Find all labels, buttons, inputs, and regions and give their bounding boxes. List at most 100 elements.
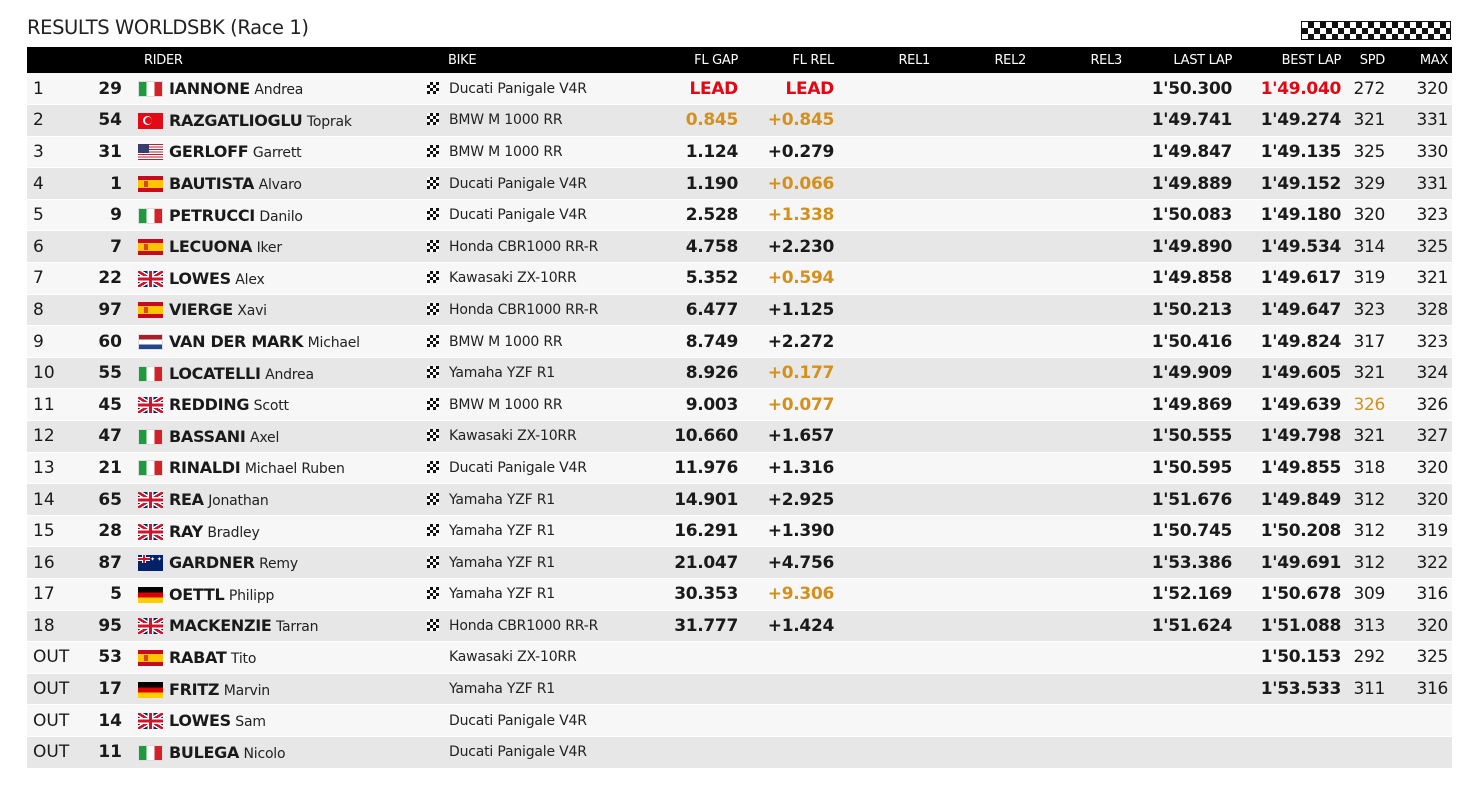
col-header-last-lap[interactable]: LAST LAP [1126,47,1236,73]
cell-rider[interactable]: MACKENZIE Tarran [134,610,422,643]
finish-flag-icon [427,366,439,379]
cell-best-lap: 1'49.647 [1236,294,1345,327]
cell-rider[interactable]: GARDNER Remy [134,546,422,579]
col-header-best-lap[interactable]: BEST LAP [1236,47,1345,73]
cell-rider[interactable]: RAZGATLIOGLU Toprak [134,104,422,137]
table-row[interactable]: OUT 53 RABAT Tito Kawasaki ZX-10RR 1'50.153 2… [27,641,1452,674]
col-header-spd[interactable]: SPD [1345,47,1389,73]
cell-fl-rel: +0.066 [742,167,838,200]
cell-best-lap: 1'50.208 [1236,515,1345,548]
cell-rider[interactable]: FRITZ Marvin [134,673,422,706]
cell-rider[interactable]: RAY Bradley [134,515,422,548]
cell-rider[interactable]: LOCATELLI Andrea [134,357,422,390]
cell-rider-number: 28 [91,515,134,548]
table-row[interactable]: 12 47 BASSANI Axel Kawasaki ZX-10RR 10.660 +1… [27,420,1452,453]
cell-rider[interactable]: RINALDI Michael Ruben [134,452,422,485]
table-row[interactable]: 4 1 BAUTISTA Alvaro Ducati Panigale V4R 1.19… [27,167,1452,200]
cell-last-lap: 1'50.300 [1126,73,1236,106]
table-row[interactable]: 5 9 PETRUCCI Danilo Ducati Panigale V4R 2.52… [27,199,1452,232]
results-table: RIDER BIKE FL GAP FL REL REL1 REL2 REL3 … [27,47,1452,769]
turkey-flag-icon [138,112,163,129]
australia-flag-icon [138,555,163,572]
cell-rel2 [934,452,1030,485]
cell-rider-number: 17 [91,673,134,706]
col-header-rel1[interactable]: REL1 [838,47,934,73]
cell-rider[interactable]: VAN DER MARK Michael [134,325,422,358]
table-row[interactable]: 14 65 REA Jonathan Yamaha YZF R1 14.901 +2.92… [27,483,1452,516]
cell-max-speed: 331 [1389,104,1452,137]
table-row[interactable]: 9 60 VAN DER MARK Michael BMW M 1000 RR 8.74… [27,325,1452,358]
cell-rider[interactable]: LECUONA Iker [134,230,422,264]
cell-rel2 [934,515,1030,548]
table-row[interactable]: 17 5 OETTL Philipp Yamaha YZF R1 30.353 +9.30… [27,578,1452,611]
uk-flag-icon [138,270,163,287]
table-row[interactable]: 10 55 LOCATELLI Andrea Yamaha YZF R1 8.926 +0… [27,357,1452,390]
checkered-flag-icon [1301,21,1451,40]
cell-position: 16 [27,546,91,579]
col-header-rel2[interactable]: REL2 [934,47,1030,73]
table-row[interactable]: 1687GARDNER RemyYamaha YZF R121.047+4.75… [27,546,1452,579]
cell-rider[interactable]: PETRUCCI Danilo [134,199,422,232]
rider-firstname: Toprak [306,113,352,130]
cell-rider[interactable]: IANNONE Andrea [134,73,422,106]
cell-rider-number: 60 [91,325,134,358]
table-row[interactable]: 8 97 VIERGE Xavi Honda CBR1000 RR-R 6.477 +1.… [27,294,1452,327]
table-row[interactable]: 2 54 RAZGATLIOGLU Toprak BMW M 1000 RR 0.845… [27,104,1452,137]
col-header-rider[interactable]: RIDER [134,47,422,73]
cell-speed: 318 [1345,452,1389,485]
col-header-num[interactable] [91,47,134,73]
usa-flag-icon [138,144,163,161]
cell-speed: 312 [1345,546,1389,579]
table-row[interactable]: 13 21 RINALDI Michael Ruben Ducati Panigale… [27,452,1452,485]
table-row[interactable]: OUT 11 BULEGA Nicolo Ducati Panigale V4R [27,736,1452,769]
cell-rel2 [934,388,1030,422]
cell-rider[interactable]: BASSANI Axel [134,420,422,453]
table-row[interactable]: 1 29 IANNONE Andrea Ducati Panigale V4R LEAD… [27,73,1452,106]
finish-flag-icon [427,176,439,189]
table-row[interactable]: 6 7 LECUONA Iker Honda CBR1000 RR-R 4.758 +2.… [27,230,1452,264]
cell-rel2 [934,610,1030,643]
cell-position: 10 [27,357,91,390]
cell-rider-number: 29 [91,73,134,106]
cell-max-speed: 323 [1389,199,1452,232]
cell-rider[interactable]: GERLOFF Garrett [134,136,422,169]
table-row[interactable]: OUT 17 FRITZ Marvin Yamaha YZF R1 1'53.533 31… [27,673,1452,706]
col-header-pos[interactable] [27,47,91,73]
cell-last-lap: 1'49.890 [1126,230,1236,264]
cell-bike: Honda CBR1000 RR-R [422,230,654,264]
cell-best-lap [1236,736,1345,769]
cell-last-lap: 1'49.741 [1126,104,1236,137]
bike-name: Honda CBR1000 RR-R [449,301,599,318]
col-header-bike[interactable]: BIKE [422,47,654,73]
cell-rel1 [838,388,934,422]
cell-rider[interactable]: LOWES Sam [134,704,422,737]
rider-firstname: Scott [253,398,289,415]
cell-rider[interactable]: REDDING Scott [134,388,422,422]
table-row[interactable]: OUT 14 LOWES Sam Ducati Panigale V4R [27,704,1452,737]
cell-rel3 [1030,673,1126,706]
cell-speed: 312 [1345,483,1389,516]
col-header-rel3[interactable]: REL3 [1030,47,1126,73]
cell-rel3 [1030,610,1126,643]
cell-rider[interactable]: REA Jonathan [134,483,422,516]
cell-rel1 [838,736,934,769]
cell-rider[interactable]: LOWES Alex [134,262,422,295]
cell-rider[interactable]: VIERGE Xavi [134,294,422,327]
col-header-fl-gap[interactable]: FL GAP [654,47,742,73]
cell-fl-gap [654,736,742,769]
rider-firstname: Marvin [223,682,270,699]
cell-rider[interactable]: OETTL Philipp [134,578,422,611]
cell-rider[interactable]: RABAT Tito [134,641,422,674]
table-row[interactable]: 15 28 RAY Bradley Yamaha YZF R1 16.291 +1.390… [27,515,1452,548]
col-header-fl-rel[interactable]: FL REL [742,47,838,73]
col-header-max[interactable]: MAX [1389,47,1452,73]
cell-rider[interactable]: BAUTISTA Alvaro [134,167,422,200]
cell-rider[interactable]: BULEGA Nicolo [134,736,422,769]
table-row[interactable]: 11 45 REDDING Scott BMW M 1000 RR 9.003 +0.07… [27,388,1452,422]
table-row[interactable]: 3 31 GERLOFF Garrett BMW M 1000 RR 1.124 +0.2… [27,136,1452,169]
cell-rel2 [934,262,1030,295]
table-row[interactable]: 7 22 LOWES Alex Kawasaki ZX-10RR 5.352 +0.594… [27,262,1452,295]
table-row[interactable]: 18 95 MACKENZIE Tarran Honda CBR1000 RR-R 31… [27,610,1452,643]
cell-last-lap: 1'50.083 [1126,199,1236,232]
cell-rider-number: 22 [91,262,134,295]
